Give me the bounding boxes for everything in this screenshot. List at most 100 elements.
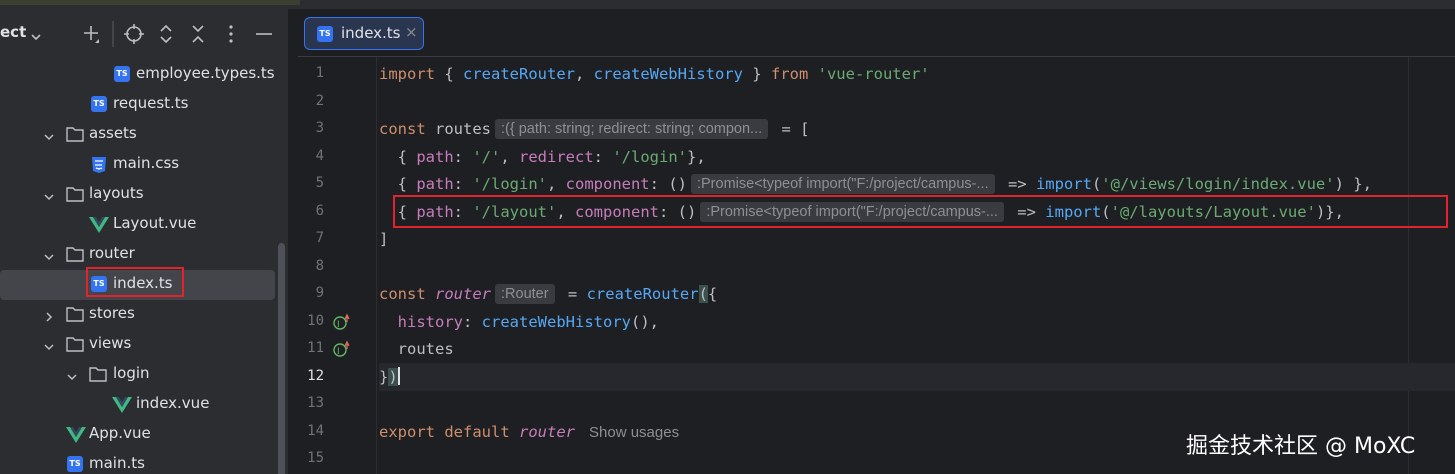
tree-item-label: index.vue <box>136 394 210 412</box>
implemented-icon[interactable]: I <box>332 340 350 362</box>
chevron-down-icon[interactable] <box>43 128 55 147</box>
tree-item-layouts[interactable]: layouts <box>0 180 276 210</box>
tree-item-label: request.ts <box>113 94 189 112</box>
tree-item-label: router <box>89 244 135 262</box>
code-line-3: const routes:({ path: string; redirect: … <box>379 119 810 139</box>
tree-item-label: main.ts <box>89 454 145 472</box>
text-caret <box>397 367 400 385</box>
svg-text:I: I <box>337 320 340 330</box>
tree-item-views[interactable]: views <box>0 330 276 360</box>
tab-label: index.ts <box>341 24 401 42</box>
line-number: 8 <box>315 258 324 274</box>
tree-item-label: employee.types.ts <box>136 64 275 82</box>
tree-item-main-css[interactable]: main.css <box>0 150 276 180</box>
tree-item-label: Layout.vue <box>113 214 197 232</box>
tree-item-label: stores <box>89 304 135 322</box>
expand-all-icon[interactable] <box>155 23 177 45</box>
vue-file-icon <box>66 426 86 444</box>
code-line-1: import { createRouter, createWebHistory … <box>379 65 930 83</box>
svg-text:I: I <box>337 347 340 357</box>
line-number: 1 <box>315 65 324 81</box>
typescript-file-icon: TS <box>67 456 85 474</box>
line-number: 5 <box>315 175 324 191</box>
tree-item-index-vue[interactable]: index.vue <box>0 390 276 420</box>
vue-file-icon <box>112 396 132 414</box>
title-accent <box>0 0 300 5</box>
toolbar-separator <box>112 21 114 47</box>
editor-gutter: 1 2 3 4 5 6 7 8 9 10 11 12 13 14 15 I I <box>298 57 376 474</box>
chevron-down-icon[interactable] <box>66 368 78 387</box>
project-panel-header: ect <box>0 9 288 57</box>
line-number: 7 <box>315 230 324 246</box>
tree-scrollbar[interactable] <box>278 243 285 474</box>
type-hint[interactable]: :Router <box>495 284 555 304</box>
code-line-10: history: createWebHistory(), <box>397 313 659 331</box>
code-line-9: const router:Router = createRouter({ <box>379 284 718 304</box>
editor-tab-bar: TS index.ts × <box>298 9 1455 57</box>
line-number: 14 <box>307 423 324 439</box>
folder-icon <box>89 366 107 384</box>
folder-icon <box>66 186 84 204</box>
line-number: 6 <box>315 203 324 219</box>
watermark: 掘金技术社区 @ MoXC <box>1186 434 1416 459</box>
chevron-down-icon[interactable] <box>43 248 55 267</box>
tree-item-layout-vue[interactable]: Layout.vue <box>0 210 276 240</box>
typescript-file-icon: TS <box>317 26 333 42</box>
show-usages-link[interactable]: Show usages <box>589 424 679 441</box>
tree-item-router[interactable]: router <box>0 240 276 270</box>
line-number: 4 <box>315 148 324 164</box>
implemented-icon[interactable]: I <box>332 313 350 335</box>
typescript-file-icon: TS <box>114 66 132 84</box>
folder-icon <box>66 306 84 324</box>
tree-item-assets[interactable]: assets <box>0 120 276 150</box>
code-line-12: }) <box>379 363 1455 391</box>
code-editor[interactable]: import { createRouter, createWebHistory … <box>379 57 1455 474</box>
gutter-separator <box>376 57 377 474</box>
tree-item-label: assets <box>89 124 137 142</box>
tab-index-ts[interactable]: TS index.ts × <box>304 17 424 50</box>
chevron-down-icon[interactable] <box>31 26 41 45</box>
hide-icon[interactable] <box>253 23 275 45</box>
code-line-4: { path: '/', redirect: '/login'}, <box>379 148 706 166</box>
project-view-selector[interactable]: ect <box>0 23 26 41</box>
code-line-5: { path: '/login', component: ():Promise<… <box>379 174 1372 194</box>
line-number: 2 <box>315 93 324 109</box>
more-icon[interactable] <box>220 23 242 45</box>
type-hint[interactable]: :({ path: string; redirect: string; comp… <box>495 119 769 139</box>
code-line-7: ] <box>379 230 389 248</box>
line-number: 11 <box>307 340 324 356</box>
code-highlight-box <box>393 195 1448 228</box>
tree-item-stores[interactable]: stores <box>0 300 276 330</box>
collapse-all-icon[interactable] <box>187 23 209 45</box>
type-hint[interactable]: :Promise<typeof import("F:/project/campu… <box>690 174 995 194</box>
folder-icon <box>66 336 84 354</box>
add-icon[interactable] <box>81 23 103 45</box>
code-line-11: routes <box>397 340 454 358</box>
window-top-strip <box>0 0 1455 9</box>
tree-highlight-box <box>86 267 184 297</box>
tree-item-main-ts[interactable]: TS main.ts <box>0 450 276 474</box>
tree-item-label: main.css <box>113 154 180 172</box>
tree-item-label: login <box>113 364 150 382</box>
project-tool-window: ect TS employee.types.ts TS request.ts a… <box>0 9 288 474</box>
tree-item-employee-types[interactable]: TS employee.types.ts <box>0 60 276 90</box>
vue-file-icon <box>89 216 109 234</box>
tree-item-label: views <box>89 334 132 352</box>
folder-icon <box>66 126 84 144</box>
css-file-icon <box>91 156 109 174</box>
locate-icon[interactable] <box>123 23 145 45</box>
tree-item-app-vue[interactable]: App.vue <box>0 420 276 450</box>
line-number: 13 <box>307 395 324 411</box>
chevron-right-icon[interactable] <box>43 308 55 327</box>
chevron-down-icon[interactable] <box>43 188 55 207</box>
close-icon[interactable]: × <box>405 23 418 41</box>
line-number: 9 <box>315 285 324 301</box>
tree-item-label: layouts <box>89 184 144 202</box>
tree-item-login[interactable]: login <box>0 360 276 390</box>
panel-divider[interactable] <box>288 9 298 474</box>
line-number: 15 <box>307 450 324 466</box>
chevron-down-icon[interactable] <box>43 338 55 357</box>
typescript-file-icon: TS <box>91 96 109 114</box>
folder-icon <box>66 246 84 264</box>
tree-item-request[interactable]: TS request.ts <box>0 90 276 120</box>
